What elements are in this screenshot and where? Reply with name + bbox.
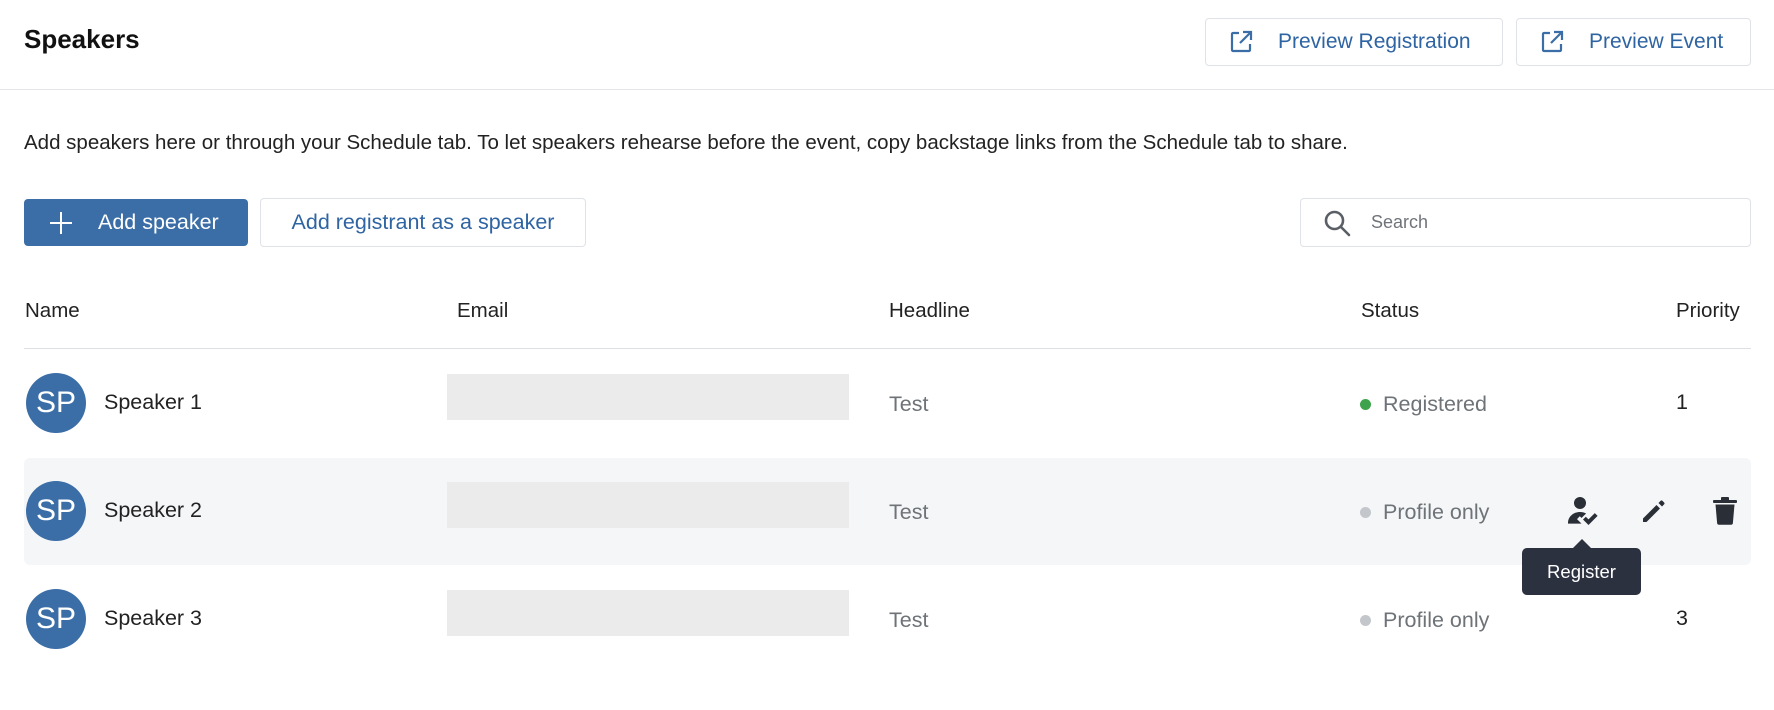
email-redacted: [447, 374, 849, 420]
table-row[interactable]: SP Speaker 3 Test Profile only 3: [24, 566, 1751, 673]
top-bar: Speakers Preview Registration Preview Ev…: [0, 0, 1774, 90]
plus-icon: [50, 211, 72, 234]
avatar: SP: [26, 373, 86, 433]
status-label: Profile only: [1383, 608, 1490, 632]
external-link-icon: [1228, 29, 1254, 55]
search-icon: [1323, 209, 1351, 237]
speaker-headline: Test: [889, 392, 929, 416]
preview-event-label: Preview Event: [1589, 30, 1724, 53]
preview-event-button[interactable]: Preview Event: [1516, 18, 1751, 66]
speaker-name: Speaker 1: [104, 390, 203, 414]
register-tooltip: Register: [1522, 539, 1641, 595]
table-row[interactable]: SP Speaker 1 Test Registered 1: [24, 350, 1751, 457]
priority-value: 1: [1676, 390, 1688, 414]
column-header-priority[interactable]: Priority: [1676, 299, 1740, 323]
email-redacted: [447, 590, 849, 636]
status-label: Profile only: [1383, 500, 1490, 524]
search-input[interactable]: [1371, 212, 1731, 233]
priority-value: 3: [1676, 606, 1688, 630]
add-speaker-button[interactable]: Add speaker: [24, 199, 248, 246]
status-dot-icon: [1360, 615, 1371, 626]
edit-icon[interactable]: [1637, 494, 1671, 528]
status-dot-icon: [1360, 507, 1371, 518]
search-box[interactable]: [1300, 198, 1751, 247]
status-badge: Registered: [1360, 392, 1487, 417]
add-speaker-label: Add speaker: [98, 210, 219, 234]
speaker-headline: Test: [889, 500, 929, 524]
preview-registration-label: Preview Registration: [1278, 30, 1471, 53]
speaker-name: Speaker 2: [104, 498, 203, 522]
page-title: Speakers: [24, 24, 140, 54]
column-header-name[interactable]: Name: [25, 299, 80, 323]
column-header-status[interactable]: Status: [1361, 299, 1419, 323]
add-registrant-as-speaker-button[interactable]: Add registrant as a speaker: [260, 198, 586, 247]
status-dot-icon: [1360, 399, 1371, 410]
intro-text: Add speakers here or through your Schedu…: [24, 131, 1348, 154]
column-header-headline[interactable]: Headline: [889, 299, 970, 323]
email-redacted: [447, 482, 849, 528]
delete-icon[interactable]: [1708, 494, 1742, 528]
preview-registration-button[interactable]: Preview Registration: [1205, 18, 1503, 66]
speaker-headline: Test: [889, 608, 929, 632]
speaker-name: Speaker 3: [104, 606, 203, 630]
column-header-email[interactable]: Email: [457, 299, 508, 323]
header-divider: [24, 348, 1751, 349]
status-badge: Profile only: [1360, 608, 1489, 633]
avatar: SP: [26, 481, 86, 541]
avatar: SP: [26, 589, 86, 649]
status-badge: Profile only: [1360, 500, 1489, 525]
external-link-icon: [1539, 29, 1565, 55]
status-label: Registered: [1383, 392, 1487, 416]
register-icon[interactable]: [1565, 494, 1599, 528]
table-row[interactable]: SP Speaker 2 Test Profile only: [24, 458, 1751, 565]
